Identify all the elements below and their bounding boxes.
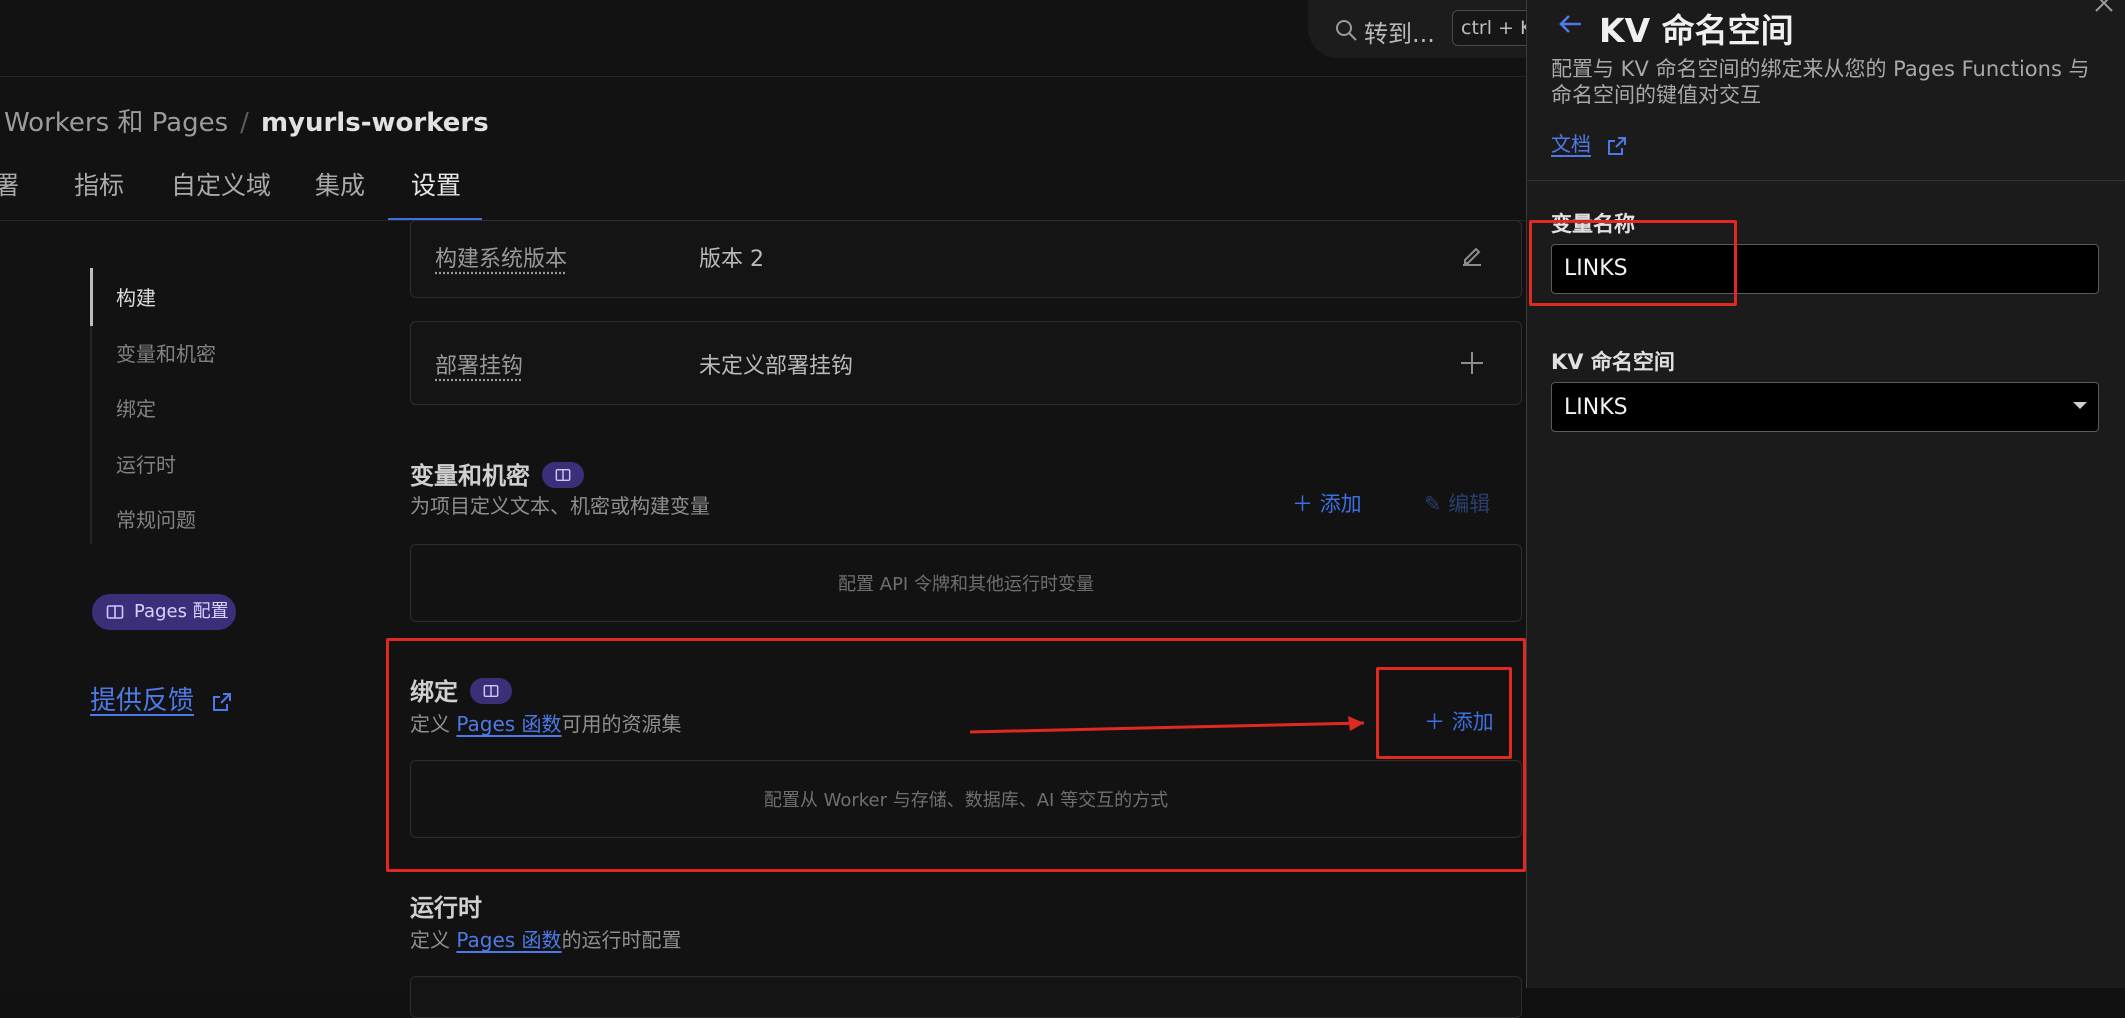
runtime-card <box>410 976 1522 1018</box>
kv-namespace-select[interactable]: LINKS <box>1551 382 2099 432</box>
feedback-label: 提供反馈 <box>90 686 194 716</box>
settings-sidenav: 构建 变量和机密 绑定 运行时 常规问题 <box>90 268 312 544</box>
book-icon <box>483 683 499 699</box>
variable-name-label: 变量名称 <box>1551 208 1635 238</box>
tab-settings[interactable]: 设置 <box>411 166 461 202</box>
tab-deployments[interactable]: 署 <box>0 166 19 202</box>
panel-description: 配置与 KV 命名空间的绑定来从您的 Pages Functions 与命名空间… <box>1551 56 2091 108</box>
deploy-hooks-value: 未定义部署挂钩 <box>699 348 853 380</box>
edit-icon[interactable] <box>1459 243 1485 269</box>
bindings-add-label: 添加 <box>1452 710 1494 734</box>
variables-add-label: 添加 <box>1320 492 1362 516</box>
breadcrumb-current: myurls-workers <box>261 108 489 138</box>
chevron-down-icon <box>2073 402 2087 409</box>
bindings-add-button[interactable]: ＋ 添加 <box>1424 706 1494 736</box>
pages-functions-link[interactable]: Pages 函数 <box>456 928 561 952</box>
build-version-value: 版本 2 <box>699 241 764 273</box>
tab-bar: 署 指标 自定义域 集成 设置 <box>0 166 1526 222</box>
bindings-description: 定义 Pages 函数可用的资源集 <box>410 708 682 737</box>
sidenav-item-variables[interactable]: 变量和机密 <box>116 338 216 367</box>
tab-custom-domains[interactable]: 自定义域 <box>171 166 271 202</box>
sidenav-item-runtime[interactable]: 运行时 <box>116 449 176 478</box>
book-icon <box>106 603 124 621</box>
variables-empty-state: 配置 API 令牌和其他运行时变量 <box>410 544 1522 622</box>
kv-namespace-panel: KV 命名空间 配置与 KV 命名空间的绑定来从您的 Pages Functio… <box>1526 0 2125 988</box>
build-version-label: 构建系统版本 <box>435 241 567 273</box>
tab-metrics[interactable]: 指标 <box>74 166 124 202</box>
feedback-link[interactable]: 提供反馈 <box>90 680 232 717</box>
docs-badge[interactable] <box>542 462 584 488</box>
pages-config-button[interactable]: Pages 配置 <box>92 594 236 630</box>
sidenav-item-build[interactable]: 构建 <box>116 282 156 311</box>
external-link-icon <box>212 692 232 712</box>
bindings-desc-suffix: 可用的资源集 <box>562 712 682 736</box>
variable-name-input[interactable] <box>1551 244 2099 294</box>
sidenav-item-bindings[interactable]: 绑定 <box>116 393 156 422</box>
main-area: 转到... ctrl + K Workers 和 Pages / myurls-wo… <box>0 0 1526 988</box>
breadcrumb-separator: / <box>240 108 249 138</box>
panel-title: KV 命名空间 <box>1599 4 1794 52</box>
runtime-description: 定义 Pages 函数的运行时配置 <box>410 924 682 953</box>
runtime-title: 运行时 <box>410 888 482 923</box>
annotation-arrow <box>960 710 1380 750</box>
close-icon[interactable] <box>2093 0 2115 14</box>
panel-divider <box>1527 180 2125 181</box>
top-bar: 转到... ctrl + K <box>0 0 1526 77</box>
variables-description: 为项目定义文本、机密或构建变量 <box>410 490 710 519</box>
back-arrow-icon[interactable] <box>1557 10 1585 38</box>
docs-badge[interactable] <box>470 678 512 704</box>
runtime-desc-suffix: 的运行时配置 <box>562 928 682 952</box>
bindings-title: 绑定 <box>410 672 512 707</box>
variables-edit-button[interactable]: ✎ 编辑 <box>1424 488 1490 518</box>
bindings-desc-prefix: 定义 <box>410 712 456 736</box>
book-icon <box>555 467 571 483</box>
plus-icon[interactable] <box>1459 350 1485 376</box>
bindings-empty-state: 配置从 Worker 与存储、数据库、AI 等交互的方式 <box>410 760 1522 838</box>
tab-integrations[interactable]: 集成 <box>315 166 365 202</box>
runtime-desc-prefix: 定义 <box>410 928 456 952</box>
docs-link[interactable]: 文档 <box>1551 128 1627 157</box>
variables-add-button[interactable]: ＋ 添加 <box>1292 488 1362 518</box>
plus-icon: ＋ <box>1292 492 1313 516</box>
search-icon <box>1334 18 1358 42</box>
external-link-icon <box>1607 136 1627 156</box>
deploy-hooks-card: 部署挂钩 未定义部署挂钩 <box>410 321 1522 405</box>
variables-title: 变量和机密 <box>410 456 584 491</box>
docs-label: 文档 <box>1551 132 1591 156</box>
pages-config-label: Pages 配置 <box>134 594 229 630</box>
pencil-icon: ✎ <box>1424 492 1442 516</box>
breadcrumb-parent[interactable]: Workers 和 Pages <box>4 108 228 138</box>
deploy-hooks-label: 部署挂钩 <box>435 348 523 380</box>
variables-title-text: 变量和机密 <box>410 462 530 490</box>
breadcrumb: Workers 和 Pages / myurls-workers <box>4 102 489 139</box>
search-placeholder: 转到... <box>1364 14 1435 49</box>
pages-functions-link[interactable]: Pages 函数 <box>456 712 561 736</box>
variables-edit-label: 编辑 <box>1448 492 1490 516</box>
sidenav-active-indicator <box>90 268 93 326</box>
bindings-title-text: 绑定 <box>410 678 458 706</box>
plus-icon: ＋ <box>1424 710 1445 734</box>
kv-namespace-label: KV 命名空间 <box>1551 346 1675 376</box>
build-version-card: 构建系统版本 版本 2 <box>410 220 1522 298</box>
sidenav-item-general[interactable]: 常规问题 <box>116 504 196 533</box>
